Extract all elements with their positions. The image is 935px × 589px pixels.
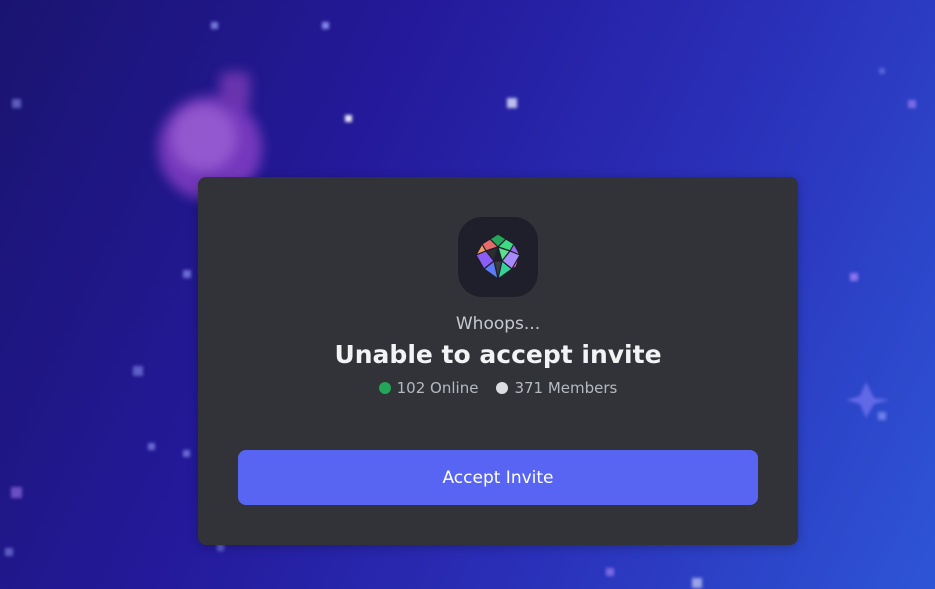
server-stats: 102 Online 371 Members bbox=[198, 378, 798, 398]
server-avatar bbox=[458, 217, 538, 297]
crystal-gem-icon bbox=[475, 233, 521, 280]
online-status-dot-icon bbox=[378, 382, 391, 394]
online-count-label: 102 Online bbox=[396, 379, 479, 397]
invite-title: Unable to accept invite bbox=[334, 340, 662, 369]
member-count-label: 371 Members bbox=[514, 379, 618, 397]
invite-card: Whoops... Unable to accept invite 102 On… bbox=[198, 177, 798, 545]
invite-subtitle: Whoops... bbox=[455, 314, 541, 334]
online-count: 102 Online bbox=[378, 378, 479, 398]
members-status-dot-icon bbox=[496, 382, 509, 394]
member-count: 371 Members bbox=[496, 378, 617, 398]
accept-invite-button[interactable]: Accept Invite bbox=[238, 450, 758, 505]
